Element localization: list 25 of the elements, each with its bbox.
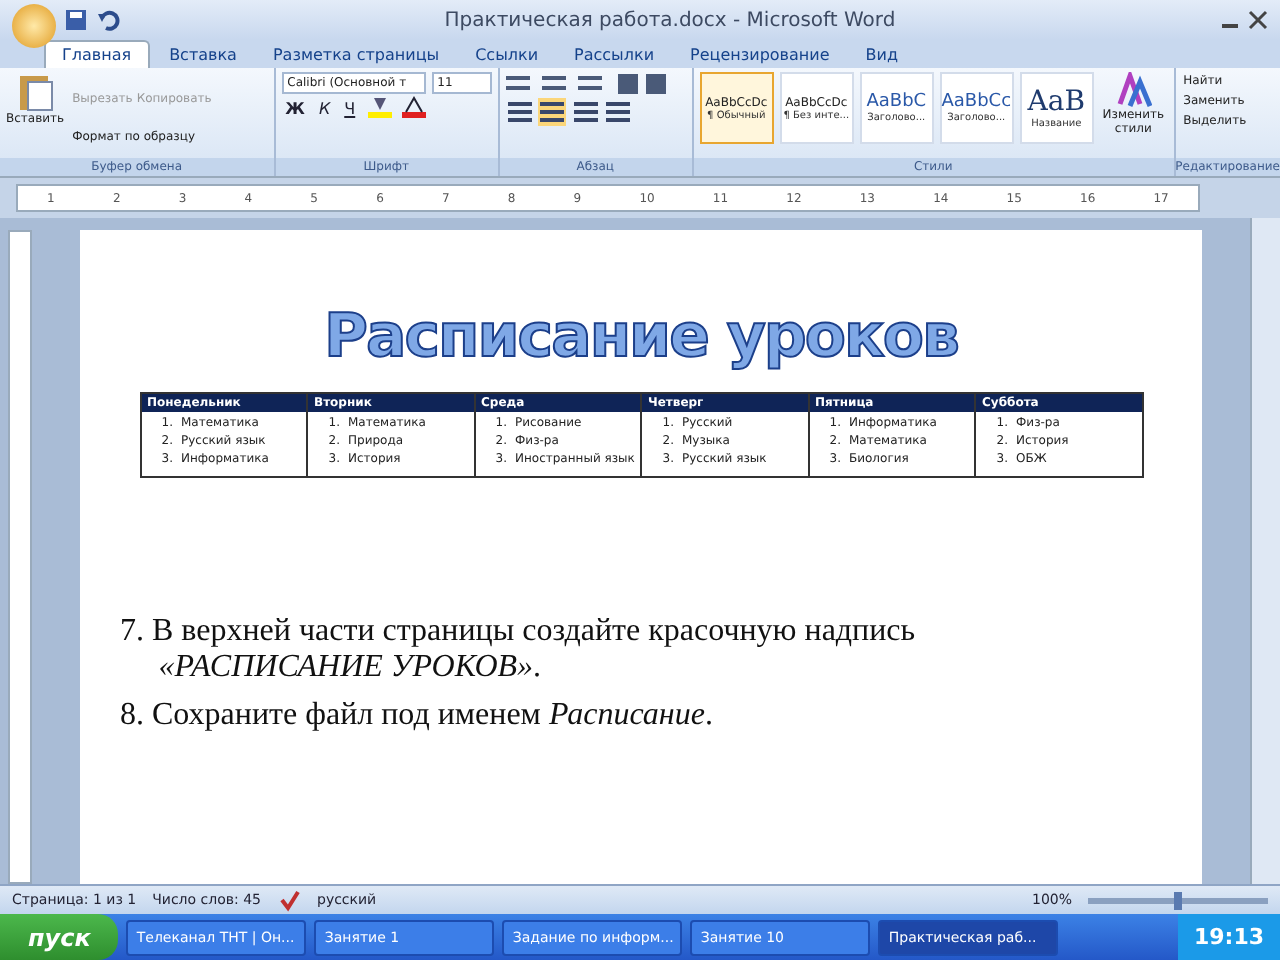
ribbon-tab[interactable]: Рецензирование xyxy=(674,40,846,68)
spellcheck-icon[interactable] xyxy=(277,888,301,912)
ribbon-tab[interactable]: Вид xyxy=(849,40,914,68)
close-icon[interactable] xyxy=(1248,10,1268,30)
instruction-text: 7. В верхней части страницы создайте красочную надпись «РАСПИСАНИЕ УРОКОВ». xyxy=(120,614,918,686)
vertical-scrollbar[interactable] xyxy=(1250,218,1280,884)
undo-icon[interactable] xyxy=(96,8,120,32)
clipboard-icon xyxy=(17,72,54,112)
ribbon-tab[interactable]: Ссылки xyxy=(459,40,555,68)
clock: 19:13 xyxy=(1177,914,1280,960)
zoom-slider-thumb[interactable] xyxy=(1174,891,1182,909)
ribbon-tab[interactable]: Рассылки xyxy=(558,40,671,68)
font-color-icon[interactable] xyxy=(399,96,428,120)
underline-button[interactable]: Ч xyxy=(340,99,360,117)
wordart-title: Расписание уроков xyxy=(324,302,958,372)
ribbon-tab[interactable]: Разметка страницы xyxy=(256,40,456,68)
bold-button[interactable]: Ж xyxy=(281,99,309,117)
ribbon-tab[interactable]: Вставка xyxy=(153,40,253,68)
italic-button[interactable]: К xyxy=(314,99,335,117)
ribbon-tab[interactable]: Главная xyxy=(44,40,150,68)
instruction-text: 8. Сохраните файл под именем Расписание. xyxy=(120,698,715,734)
window-title: Практическая работа.docx - Microsoft Word xyxy=(442,9,898,31)
save-icon[interactable] xyxy=(64,8,88,32)
highlight-icon[interactable] xyxy=(365,96,394,120)
styles-icon xyxy=(1115,72,1152,108)
